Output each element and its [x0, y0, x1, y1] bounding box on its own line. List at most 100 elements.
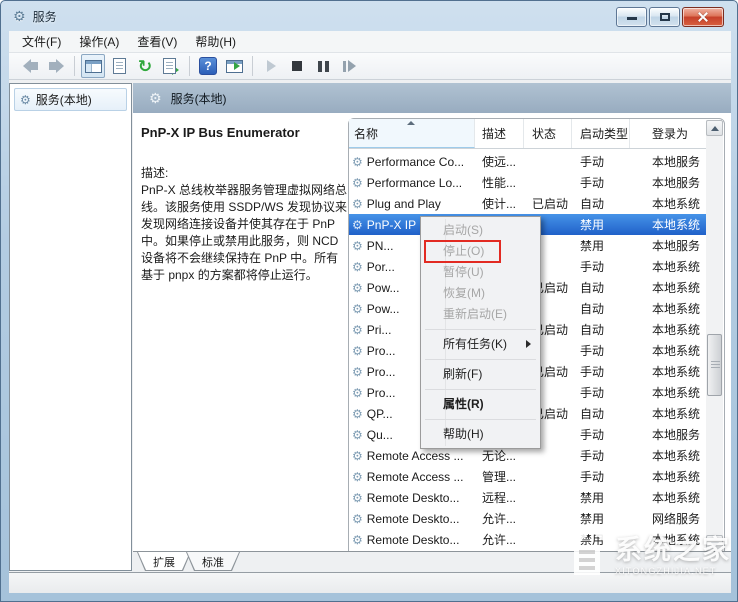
submenu-arrow-icon	[526, 340, 531, 348]
service-logon-as: 本地系统	[652, 491, 701, 505]
service-gear-icon: ⚙	[352, 385, 363, 400]
service-name: Remote Deskto...	[366, 511, 460, 526]
back-button[interactable]	[18, 54, 42, 78]
service-gear-icon: ⚙	[352, 406, 363, 421]
table-row[interactable]: ⚙ Remote Deskto... 远程... 禁用 本地系统	[349, 487, 707, 508]
service-gear-icon: ⚙	[352, 259, 363, 274]
band-title: 服务(本地)	[170, 91, 227, 106]
service-gear-icon: ⚙	[352, 532, 363, 547]
column-header-description[interactable]: 描述	[475, 119, 524, 148]
context-menu-item[interactable]: 帮助(H)	[422, 424, 539, 445]
menubar-item[interactable]: 文件(F)	[13, 30, 70, 53]
service-name: Remote Access ...	[366, 448, 464, 463]
context-menu-item-label: 帮助(H)	[443, 427, 484, 441]
context-menu-item[interactable]: 暂停(U)	[422, 262, 539, 283]
service-logon-as: 本地系统	[652, 344, 701, 358]
maximize-button[interactable]	[649, 7, 680, 27]
context-menu-item[interactable]: 恢复(M)	[422, 283, 539, 304]
refresh-button[interactable]: ↻	[133, 54, 157, 78]
pause-service-button[interactable]	[311, 54, 335, 78]
context-menu-item[interactable]: 所有任务(K)	[422, 334, 539, 360]
column-header-status[interactable]: 状态	[524, 119, 572, 148]
services-gear-icon: ⚙	[20, 92, 31, 107]
properties-button[interactable]	[107, 54, 131, 78]
service-logon-as: 本地系统	[652, 281, 701, 295]
tab-standard-label: 标准	[202, 557, 224, 569]
menubar-item[interactable]: 操作(A)	[70, 30, 128, 53]
context-menu-item[interactable]: 刷新(F)	[422, 364, 539, 390]
service-name: Pro...	[366, 385, 396, 400]
service-description: 无论...	[482, 449, 517, 463]
close-button[interactable]	[682, 7, 724, 27]
service-logon-as: 本地服务	[652, 428, 701, 442]
table-row[interactable]: ⚙ Remote Deskto... 允许... 禁用 网络服务	[349, 508, 707, 529]
context-menu-item[interactable]: 属性(R)	[422, 394, 539, 420]
service-context-menu: 启动(S) 停止(O) 暂停(U) 恢复(M) 重新启动(E) 所有任务(K) …	[420, 216, 541, 449]
context-menu-item[interactable]: 重新启动(E)	[422, 304, 539, 330]
service-description: 使计...	[482, 197, 517, 211]
service-startup-type: 禁用	[580, 491, 605, 505]
table-row[interactable]: ⚙ Remote Access ... 管理... 手动 本地系统	[349, 466, 707, 487]
stop-icon	[292, 61, 302, 71]
service-startup-type: 手动	[580, 155, 605, 169]
help-button[interactable]: ?	[196, 54, 220, 78]
service-startup-type: 自动	[580, 323, 605, 337]
table-row[interactable]: ⚙ Performance Co... 使远... 手动 本地服务	[349, 151, 707, 172]
console-tree-panel: ⚙ 服务(本地)	[9, 83, 132, 571]
service-gear-icon: ⚙	[352, 238, 363, 253]
column-header-startup-type[interactable]: 启动类型	[572, 119, 630, 148]
menubar-item[interactable]: 查看(V)	[128, 30, 186, 53]
service-startup-type: 手动	[580, 365, 605, 379]
tab-standard[interactable]: 标准	[186, 552, 240, 571]
toolbar-separator	[74, 56, 75, 76]
stop-service-button[interactable]	[285, 54, 309, 78]
service-startup-type: 手动	[580, 428, 605, 442]
restart-service-button[interactable]	[337, 54, 361, 78]
play-icon	[266, 60, 276, 72]
view-tabs: 扩展 标准	[137, 552, 235, 571]
window-controls	[614, 7, 724, 27]
service-name: PN...	[366, 238, 394, 253]
table-row[interactable]: ⚙ Performance Lo... 性能... 手动 本地服务	[349, 172, 707, 193]
minimize-button[interactable]	[616, 7, 647, 27]
service-logon-as: 本地系统	[652, 470, 701, 484]
service-startup-type: 手动	[580, 470, 605, 484]
service-name: Remote Access ...	[366, 469, 464, 484]
tree-item-services-local[interactable]: ⚙ 服务(本地)	[14, 88, 127, 111]
export-list-button[interactable]	[159, 54, 183, 78]
scroll-down-button[interactable]	[706, 535, 723, 551]
service-gear-icon: ⚙	[352, 343, 363, 358]
column-header-name[interactable]: 名称	[349, 119, 475, 148]
scroll-up-button[interactable]	[706, 120, 723, 136]
table-row[interactable]: ⚙ Remote Deskto... 允许... 禁用 本地系统	[349, 529, 707, 550]
vertical-scrollbar[interactable]	[706, 120, 723, 551]
menubar-item[interactable]: 帮助(H)	[186, 30, 245, 53]
table-row[interactable]: ⚙ Plug and Play 使计... 已启动 自动 本地系统	[349, 193, 707, 214]
service-startup-type: 自动	[580, 197, 605, 211]
service-description-panel: PnP-X IP Bus Enumerator 描述: PnP-X 总线枚举器服…	[141, 125, 349, 284]
service-name: Pro...	[366, 343, 396, 358]
tab-extended[interactable]: 扩展	[137, 552, 191, 571]
service-logon-as: 本地系统	[652, 386, 701, 400]
services-app-icon: ⚙	[13, 7, 26, 24]
service-logon-as: 本地服务	[652, 239, 701, 253]
service-gear-icon: ⚙	[352, 427, 363, 442]
export-doc-icon	[163, 58, 176, 74]
context-menu-item[interactable]: 停止(O)	[422, 240, 539, 263]
start-service-button[interactable]	[259, 54, 283, 78]
show-console-tree-button[interactable]	[81, 54, 105, 78]
service-startup-type: 手动	[580, 260, 605, 274]
column-header-logon-as[interactable]: 登录为	[630, 119, 707, 148]
service-name: Por...	[366, 259, 395, 274]
context-menu-item[interactable]: 启动(S)	[422, 220, 539, 241]
service-logon-as: 本地系统	[652, 197, 701, 211]
service-name: Pri...	[366, 322, 392, 337]
tab-extended-label: 扩展	[153, 557, 175, 569]
service-description: 允许...	[482, 512, 517, 526]
scrollbar-thumb[interactable]	[707, 334, 722, 396]
service-description: 远程...	[482, 491, 517, 505]
tree-item-label: 服务(本地)	[35, 93, 92, 107]
forward-button[interactable]	[44, 54, 68, 78]
extended-view-button[interactable]	[222, 54, 246, 78]
service-description: 管理...	[482, 470, 517, 484]
